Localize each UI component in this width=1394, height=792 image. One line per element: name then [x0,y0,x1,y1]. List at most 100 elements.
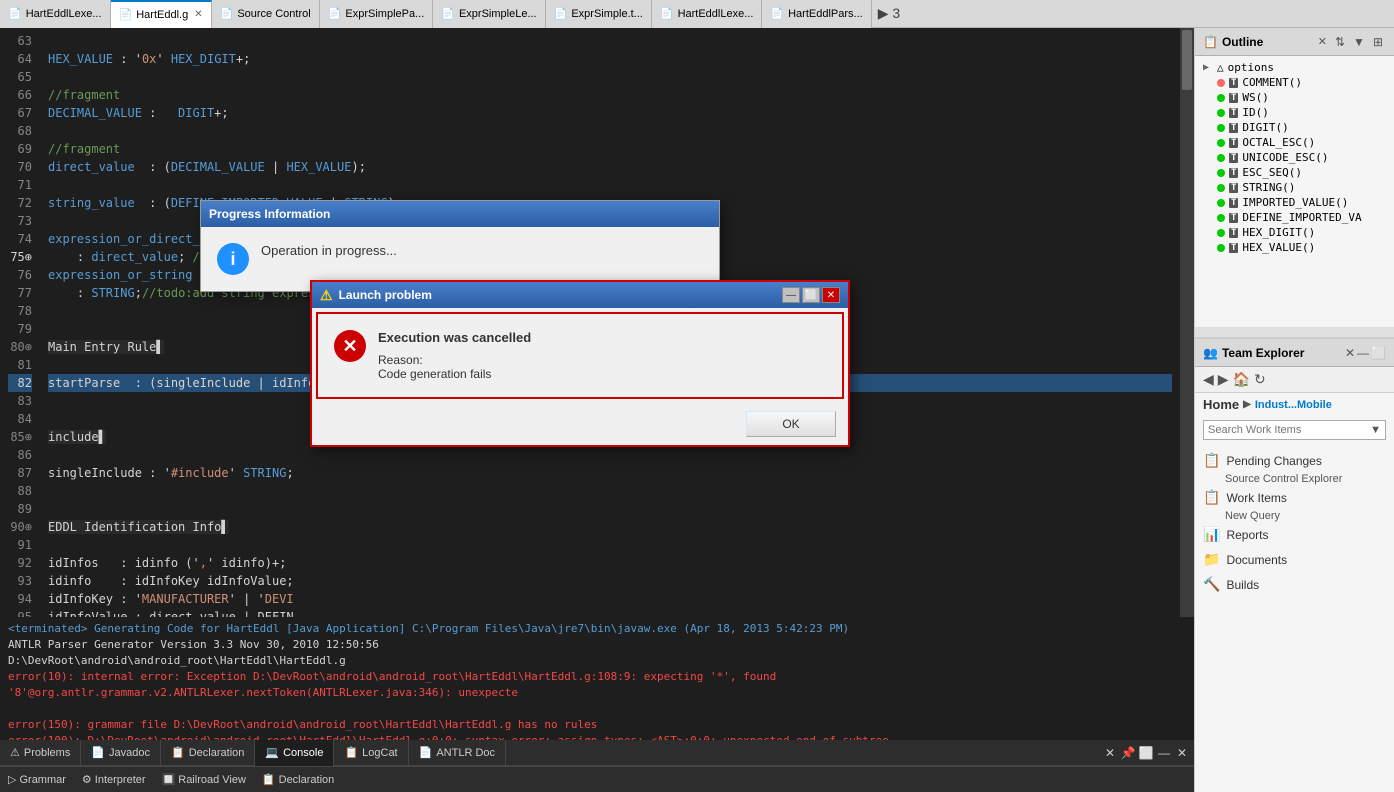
outline-hscrollbar[interactable] [1195,327,1394,337]
console-close-btn[interactable]: ✕ [1174,745,1190,761]
tab-console[interactable]: 💻 Console [255,740,334,766]
te-pending-label: Pending Changes [1226,454,1321,468]
close-icon[interactable]: ✕ [1345,346,1355,360]
console-clear-btn[interactable]: ✕ [1102,745,1118,761]
outline-item-icon: △ [1217,61,1224,74]
ok-button[interactable]: OK [746,411,836,437]
status-tab-declaration2[interactable]: 📋 Declaration [254,767,342,792]
restore-btn[interactable]: ⬜ [802,287,820,303]
tab-declaration[interactable]: 📋 Declaration [161,740,255,766]
tab-overflow[interactable]: ▶ 3 [872,5,906,22]
outline-item-hexvalue[interactable]: T HEX_VALUE() [1195,240,1394,255]
console-output[interactable]: <terminated> Generating Code for HartEdd… [0,617,1194,740]
tab-antlrdoc[interactable]: 📄 ANTLR Doc [409,740,506,766]
tab-sourcecontrol[interactable]: 📄 Source Control [212,0,320,28]
te-reports[interactable]: 📊 Reports [1203,522,1386,547]
outline-sort-btn[interactable]: ⇅ [1332,34,1348,50]
console-line-error: error(150): grammar file D:\DevRoot\andr… [8,717,1186,733]
te-maximize-icon[interactable]: ⬜ [1371,346,1386,360]
outline-item-unicode[interactable]: T UNICODE_ESC() [1195,150,1394,165]
te-documents[interactable]: 📁 Documents [1203,547,1386,572]
outline-item-label: ID() [1242,106,1269,119]
te-home-btn[interactable]: 🏠 [1233,371,1250,388]
close-btn[interactable]: ✕ [822,287,840,303]
te-builds[interactable]: 🔨 Builds [1203,572,1386,597]
work-items-icon: 📋 [1203,489,1220,506]
tab-icon: 📄 [119,8,133,21]
tab-logcat[interactable]: 📋 LogCat [334,740,408,766]
te-new-query[interactable]: New Query [1225,510,1386,522]
te-home-section: Home ▶ Indust...Mobile [1195,393,1394,416]
tab-problems[interactable]: ⚠ Problems [0,740,81,766]
console-pin-btn[interactable]: 📌 [1120,745,1136,761]
status-tab-railroad[interactable]: 🔲 Railroad View [154,767,254,792]
close-icon[interactable]: ✕ [1315,34,1330,50]
status-tab-grammar[interactable]: ▷ Grammar [0,767,74,792]
tab-harteddllexer1[interactable]: 📄 HartEddlLexe... [0,0,111,28]
console-maximize-btn[interactable]: ⬜ [1138,745,1154,761]
te-search-input[interactable] [1204,421,1366,439]
tab-harteddllexe2[interactable]: 📄 HartEddlLexe... [652,0,763,28]
outline-expand-btn[interactable]: ⊞ [1370,34,1386,50]
declaration2-icon: 📋 [262,767,276,792]
te-search-dropdown-btn[interactable]: ▼ [1366,422,1385,438]
outline-item-imported[interactable]: T IMPORTED_VALUE() [1195,195,1394,210]
console-line: D:\DevRoot\android\android_root\HartEddl… [8,653,1186,669]
outline-item-string[interactable]: T STRING() [1195,180,1394,195]
warning-icon: ⚠ [320,287,333,304]
outline-icon: 📋 [1203,35,1218,49]
te-project-label[interactable]: Indust...Mobile [1255,399,1332,411]
progress-titlebar: Progress Information [201,201,719,227]
tab-exprsimplepa[interactable]: 📄 ExprSimplePa... [320,0,434,28]
outline-item-ws[interactable]: T WS() [1195,90,1394,105]
outline-item-octal[interactable]: T OCTAL_ESC() [1195,135,1394,150]
outline-toolbar: ✕ ⇅ ▼ ⊞ [1315,34,1386,50]
minimize-btn[interactable]: — [782,287,800,303]
vertical-scrollbar[interactable] [1180,28,1194,617]
tab-harteddlg[interactable]: 📄 HartEddl.g ✕ [111,0,212,28]
te-forward-btn[interactable]: ▶ [1218,371,1229,388]
tab-harteddlpars[interactable]: 📄 HartEddlPars... [762,0,871,28]
tab-icon: 📄 [441,7,455,20]
outline-item-id[interactable]: T ID() [1195,105,1394,120]
te-search-box[interactable]: ▼ [1203,420,1386,440]
outline-item-label: WS() [1242,91,1269,104]
te-pending-changes[interactable]: 📋 Pending Changes [1203,448,1386,473]
outline-item-hexdigit[interactable]: T HEX_DIGIT() [1195,225,1394,240]
outline-item-define-imported[interactable]: T DEFINE_IMPORTED_VA [1195,210,1394,225]
tab-javadoc[interactable]: 📄 Javadoc [81,740,161,766]
outline-tree: ▶ △ options T COMMENT() T WS() [1195,56,1394,327]
t-badge: T [1229,228,1238,238]
team-explorer-header: 👥 Team Explorer ✕ — ⬜ [1195,339,1394,367]
outline-item-escseq[interactable]: T ESC_SEQ() [1195,165,1394,180]
outline-item-comment[interactable]: T COMMENT() [1195,75,1394,90]
logcat-icon: 📋 [344,740,358,766]
dot-icon [1217,229,1225,237]
expand-icon [1203,122,1213,133]
te-minimize-icon[interactable]: — [1357,346,1369,360]
progress-title: Progress Information [209,207,330,221]
te-work-items[interactable]: 📋 Work Items [1203,485,1386,510]
outline-filter-btn[interactable]: ▼ [1350,34,1368,50]
outline-item-label: OCTAL_ESC() [1242,136,1315,149]
te-refresh-btn[interactable]: ↻ [1254,371,1266,388]
t-badge: T [1229,108,1238,118]
te-source-control-explorer[interactable]: Source Control Explorer [1225,473,1386,485]
error-main-text: Execution was cancelled [378,330,826,345]
status-tabs-bar: ▷ Grammar ⚙ Interpreter 🔲 Railroad View … [0,766,1194,792]
tab-exprsimplert[interactable]: 📄 ExprSimple.t... [546,0,652,28]
outline-item-digit[interactable]: T DIGIT() [1195,120,1394,135]
outline-item-label: UNICODE_ESC() [1242,151,1328,164]
status-tab-interpreter[interactable]: ⚙ Interpreter [74,767,154,792]
te-chevron-icon: ▶ [1243,399,1251,410]
dot-icon [1217,169,1225,177]
console-icon: 💻 [265,740,279,766]
te-home-label: Home [1203,397,1239,412]
tab-close[interactable]: ✕ [194,9,202,20]
console-minimize-btn[interactable]: — [1156,745,1172,761]
tab-exprsimplele[interactable]: 📄 ExprSimpleLe... [433,0,545,28]
te-back-btn[interactable]: ◀ [1203,371,1214,388]
outline-item-options[interactable]: ▶ △ options [1195,60,1394,75]
bottom-panel: <terminated> Generating Code for HartEdd… [0,617,1194,792]
error-title-text: Launch problem [339,288,432,302]
